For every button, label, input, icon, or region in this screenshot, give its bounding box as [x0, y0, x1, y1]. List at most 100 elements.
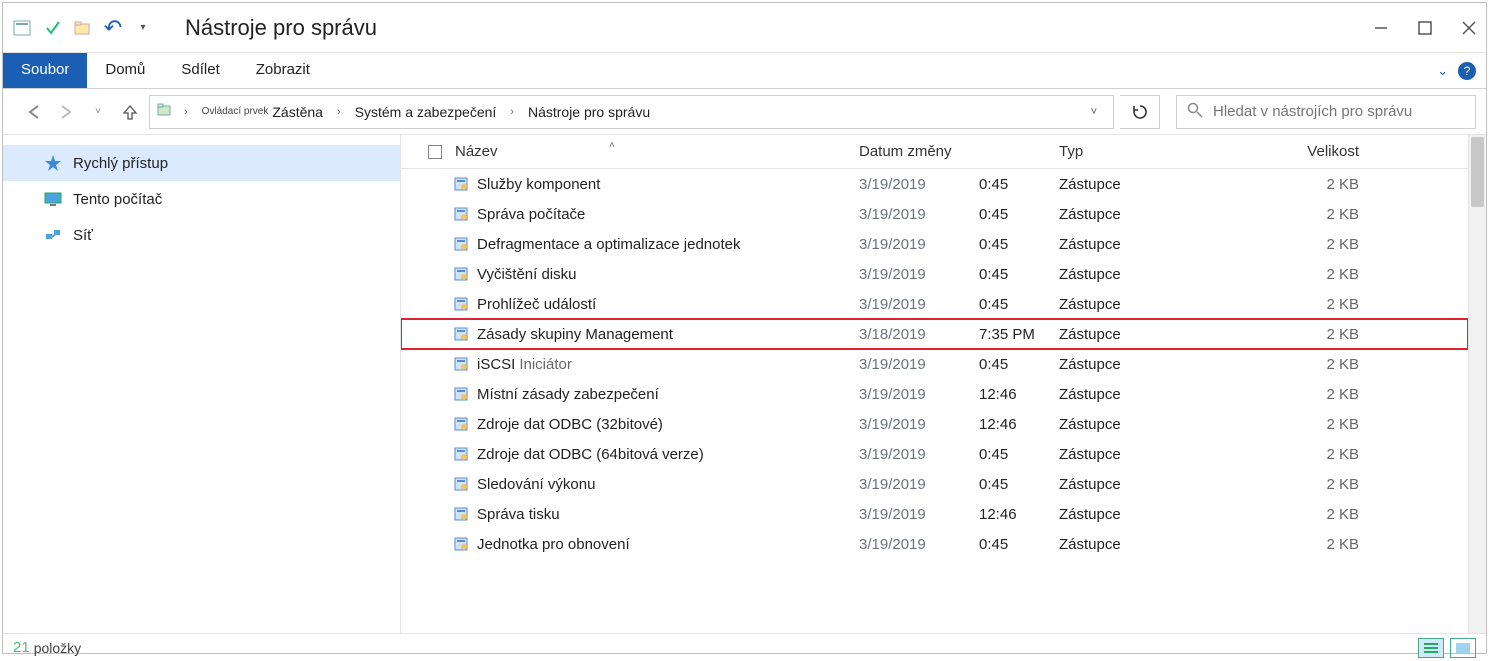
file-row[interactable]: Prohlížeč událostí3/19/20190:45Zástupce2…: [401, 289, 1468, 319]
file-row[interactable]: Zásady skupiny Management3/18/20197:35 P…: [401, 319, 1468, 349]
shortcut-icon: [449, 445, 473, 463]
sidebar-network[interactable]: Síť: [3, 217, 400, 253]
file-date: 3/19/2019: [859, 536, 979, 553]
file-size: 2 KB: [1259, 206, 1379, 223]
file-name: iSCSIIniciátor: [473, 356, 859, 373]
file-name: Zdroje dat ODBC (32bitové): [473, 416, 859, 433]
breadcrumb-control-panel[interactable]: Ovládací prvek Zástěna: [198, 96, 327, 128]
file-size: 2 KB: [1259, 236, 1379, 253]
chevron-right-icon[interactable]: ›: [333, 106, 345, 118]
item-count-label: položky: [34, 640, 81, 656]
file-time: 0:45: [979, 476, 1059, 493]
address-icon: [156, 101, 174, 122]
file-row[interactable]: Zdroje dat ODBC (64bitová verze)3/19/201…: [401, 439, 1468, 469]
file-date: 3/18/2019: [859, 326, 979, 343]
file-row[interactable]: Místní zásady zabezpečení3/19/201912:46Z…: [401, 379, 1468, 409]
file-time: 0:45: [979, 356, 1059, 373]
file-row[interactable]: iSCSIIniciátor3/19/20190:45Zástupce2 KB: [401, 349, 1468, 379]
scrollbar-thumb[interactable]: [1471, 137, 1484, 207]
file-time: 0:45: [979, 236, 1059, 253]
file-type: Zástupce: [1059, 296, 1259, 313]
file-row[interactable]: Sledování výkonu3/19/20190:45Zástupce2 K…: [401, 469, 1468, 499]
breadcrumb-system-security[interactable]: Systém a zabezpečení: [351, 96, 501, 128]
view-large-icons-button[interactable]: [1450, 638, 1476, 658]
file-time: 0:45: [979, 206, 1059, 223]
file-row[interactable]: Správa tisku3/19/201912:46Zástupce2 KB: [401, 499, 1468, 529]
status-bar: 21 položky: [3, 633, 1486, 661]
file-type: Zástupce: [1059, 266, 1259, 283]
column-header-date[interactable]: Datum změny: [859, 143, 1059, 160]
sidebar-item-label: Rychlý přístup: [73, 155, 168, 172]
shortcut-icon: [449, 235, 473, 253]
file-date: 3/19/2019: [859, 206, 979, 223]
chevron-right-icon[interactable]: ›: [180, 106, 192, 118]
file-row[interactable]: Služby komponent3/19/20190:45Zástupce2 K…: [401, 169, 1468, 199]
file-date: 3/19/2019: [859, 386, 979, 403]
file-time: 0:45: [979, 446, 1059, 463]
file-row[interactable]: Zdroje dat ODBC (32bitové)3/19/201912:46…: [401, 409, 1468, 439]
sort-ascending-icon: ˄: [609, 140, 615, 151]
new-folder-qat-icon[interactable]: [71, 16, 95, 40]
undo-qat-icon[interactable]: ↶: [101, 16, 125, 40]
search-icon: [1187, 102, 1203, 121]
column-header-name[interactable]: Název ˄: [449, 143, 859, 160]
ribbon-expand-icon[interactable]: ⌄: [1437, 63, 1448, 79]
file-row[interactable]: Vyčištění disku3/19/20190:45Zástupce2 KB: [401, 259, 1468, 289]
file-type: Zástupce: [1059, 536, 1259, 553]
close-button[interactable]: [1460, 19, 1478, 37]
file-type: Zástupce: [1059, 416, 1259, 433]
properties-qat-icon[interactable]: [41, 16, 65, 40]
file-name: Sledování výkonu: [473, 476, 859, 493]
monitor-icon: [43, 189, 63, 209]
column-header-size[interactable]: Velikost: [1259, 143, 1379, 160]
address-dropdown-icon[interactable]: ˅: [1081, 99, 1107, 125]
address-bar[interactable]: › Ovládací prvek Zástěna › Systém a zabe…: [149, 95, 1114, 129]
file-time: 7:35 PM: [979, 326, 1059, 343]
nav-back-button[interactable]: [21, 99, 47, 125]
network-icon: [43, 225, 63, 245]
select-all-checkbox[interactable]: [428, 145, 442, 159]
tab-view[interactable]: Zobrazit: [238, 53, 328, 88]
file-row[interactable]: Správa počítače3/19/20190:45Zástupce2 KB: [401, 199, 1468, 229]
file-type: Zástupce: [1059, 446, 1259, 463]
search-box[interactable]: [1176, 95, 1476, 129]
minimize-button[interactable]: [1372, 19, 1390, 37]
help-icon[interactable]: ?: [1458, 62, 1476, 80]
file-name: Jednotka pro obnovení: [473, 536, 859, 553]
file-name: Místní zásady zabezpečení: [473, 386, 859, 403]
sidebar-this-pc[interactable]: Tento počítač: [3, 181, 400, 217]
file-time: 12:46: [979, 506, 1059, 523]
tab-file[interactable]: Soubor: [3, 53, 87, 88]
file-time: 0:45: [979, 296, 1059, 313]
sidebar-quick-access[interactable]: Rychlý přístup: [3, 145, 400, 181]
refresh-button[interactable]: [1120, 95, 1160, 129]
maximize-button[interactable]: [1416, 19, 1434, 37]
tab-share[interactable]: Sdílet: [163, 53, 237, 88]
shortcut-icon: [449, 505, 473, 523]
titlebar: ↶ ▾ Nástroje pro správu: [3, 3, 1486, 53]
file-time: 0:45: [979, 266, 1059, 283]
chevron-right-icon[interactable]: ›: [506, 106, 518, 118]
file-name: Správa počítače: [473, 206, 859, 223]
search-input[interactable]: [1211, 102, 1465, 121]
file-size: 2 KB: [1259, 476, 1379, 493]
vertical-scrollbar[interactable]: [1468, 135, 1486, 633]
nav-forward-button[interactable]: [53, 99, 79, 125]
file-row[interactable]: Jednotka pro obnovení3/19/20190:45Zástup…: [401, 529, 1468, 559]
file-row[interactable]: Defragmentace a optimalizace jednotek3/1…: [401, 229, 1468, 259]
qat-dropdown-icon[interactable]: ▾: [131, 16, 155, 40]
file-type: Zástupce: [1059, 356, 1259, 373]
view-details-button[interactable]: [1418, 638, 1444, 658]
tab-home[interactable]: Domů: [87, 53, 163, 88]
column-header-type[interactable]: Typ: [1059, 143, 1259, 160]
file-date: 3/19/2019: [859, 296, 979, 313]
item-count: 21: [13, 639, 30, 656]
shortcut-icon: [449, 295, 473, 313]
nav-recent-dropdown[interactable]: ˅: [85, 99, 111, 125]
file-list: Služby komponent3/19/20190:45Zástupce2 K…: [401, 169, 1468, 629]
breadcrumb-admin-tools[interactable]: Nástroje pro správu: [524, 96, 654, 128]
file-date: 3/19/2019: [859, 446, 979, 463]
shortcut-icon: [449, 325, 473, 343]
nav-up-button[interactable]: [117, 99, 143, 125]
shortcut-icon: [449, 175, 473, 193]
